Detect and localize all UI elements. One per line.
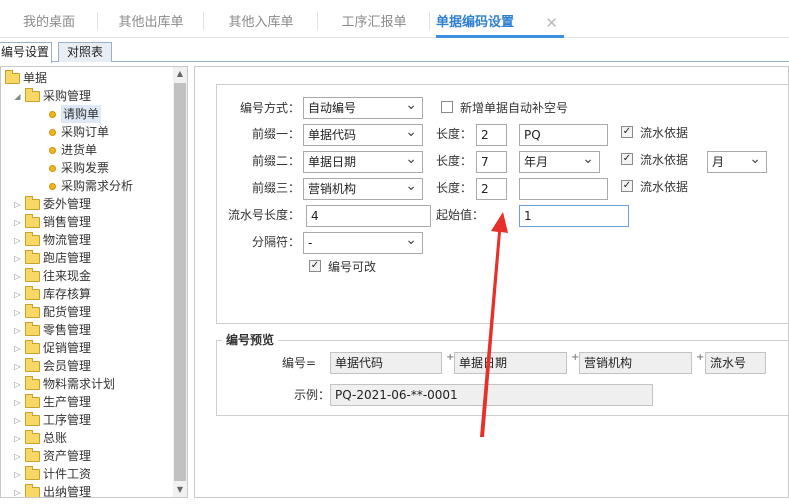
annotation-arrow <box>480 212 508 437</box>
